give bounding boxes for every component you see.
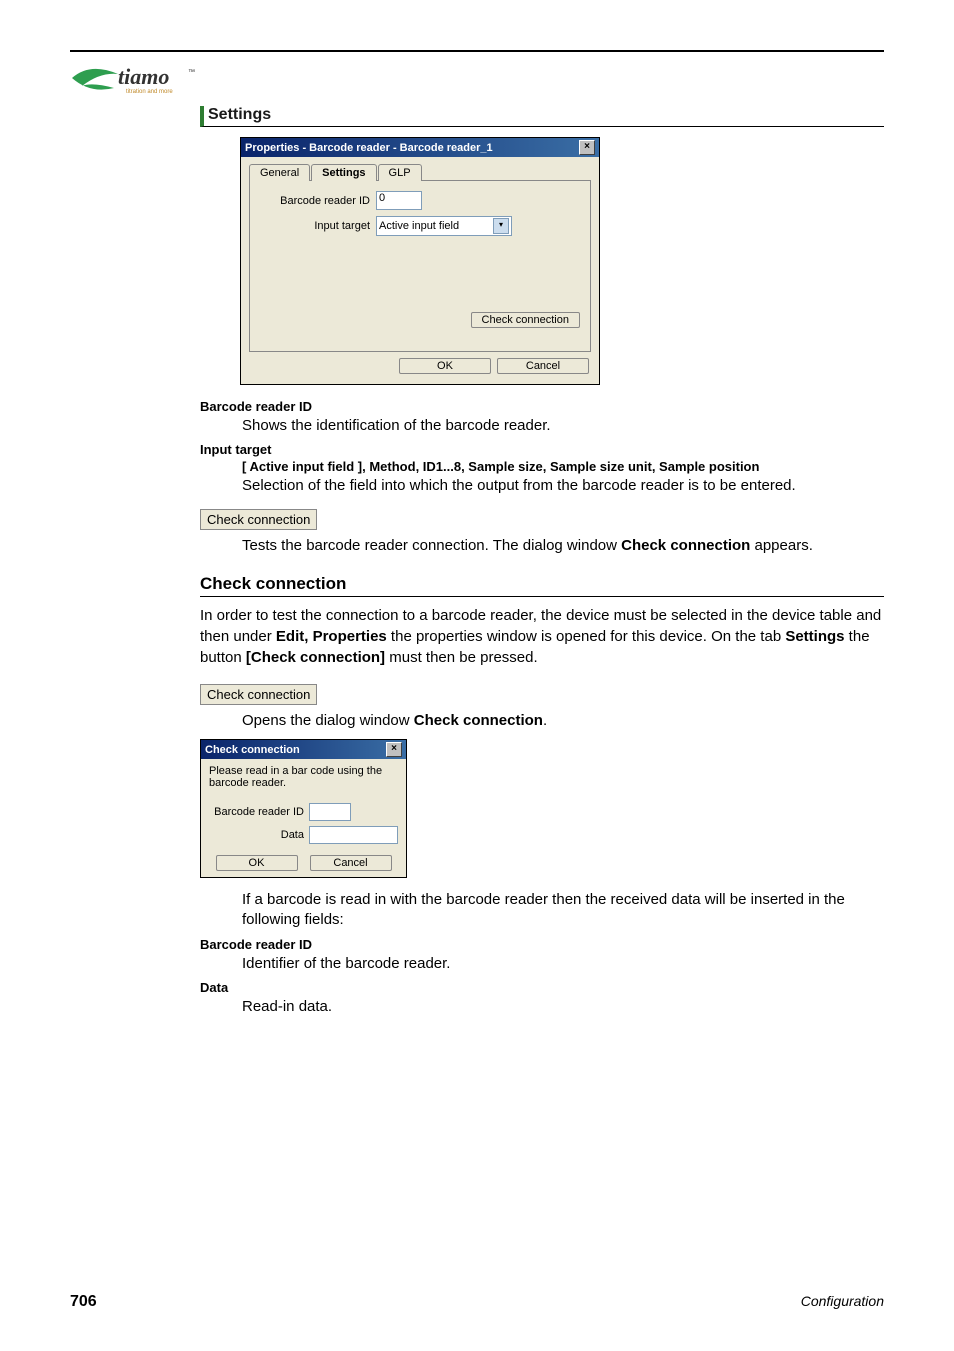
- ok-button[interactable]: OK: [399, 358, 491, 374]
- footer-section: Configuration: [801, 1293, 884, 1311]
- label-barcode-id: Barcode reader ID: [260, 195, 376, 207]
- cancel-button[interactable]: Cancel: [310, 855, 392, 871]
- term-barcode-id: Barcode reader ID: [200, 399, 884, 414]
- tab-general[interactable]: General: [249, 164, 310, 181]
- desc-data: Read-in data.: [242, 997, 884, 1017]
- desc-barcode-read: If a barcode is read in with the barcode…: [242, 890, 884, 931]
- term-input-target: Input target: [200, 442, 884, 457]
- select-value: Active input field: [379, 220, 459, 232]
- options-input-target: [ Active input field ], Method, ID1...8,…: [242, 459, 884, 474]
- label-barcode-id: Barcode reader ID: [209, 806, 309, 818]
- check-connection-inline-button[interactable]: Check connection: [200, 509, 317, 530]
- cancel-button[interactable]: Cancel: [497, 358, 589, 374]
- check-connection-button[interactable]: Check connection: [471, 312, 580, 328]
- label-input-target: Input target: [260, 220, 376, 232]
- close-icon[interactable]: ×: [579, 140, 595, 155]
- svg-text:tiamo: tiamo: [118, 64, 169, 89]
- select-input-target[interactable]: Active input field ▾: [376, 216, 512, 236]
- section-title-settings: Settings: [200, 106, 884, 127]
- svg-text:titration and more: titration and more: [126, 89, 173, 95]
- section-title-check-connection: Check connection: [200, 574, 884, 597]
- page-number: 706: [70, 1293, 97, 1311]
- dialog-title: Check connection: [205, 744, 300, 756]
- tab-settings[interactable]: Settings: [311, 164, 376, 181]
- dialog-title: Properties - Barcode reader - Barcode re…: [245, 142, 493, 154]
- svg-text:™: ™: [188, 69, 195, 76]
- properties-dialog: Properties - Barcode reader - Barcode re…: [240, 137, 600, 385]
- desc-opens-dialog: Opens the dialog window Check connection…: [242, 711, 884, 731]
- chevron-down-icon[interactable]: ▾: [493, 218, 509, 234]
- check-connection-inline-button-2[interactable]: Check connection: [200, 684, 317, 705]
- desc-check-connection: Tests the barcode reader connection. The…: [242, 536, 884, 556]
- input-barcode-id[interactable]: [309, 803, 351, 821]
- check-connection-paragraph: In order to test the connection to a bar…: [200, 605, 884, 668]
- tab-glp[interactable]: GLP: [378, 164, 422, 181]
- desc-barcode-id-2: Identifier of the barcode reader.: [242, 954, 884, 974]
- logo: tiamo ™ titration and more: [70, 60, 884, 100]
- desc-barcode-id: Shows the identification of the barcode …: [242, 416, 884, 436]
- term-barcode-id-2: Barcode reader ID: [200, 937, 884, 952]
- input-barcode-id[interactable]: 0: [376, 191, 422, 210]
- dialog-instruction: Please read in a bar code using the barc…: [209, 765, 398, 789]
- input-data[interactable]: [309, 826, 398, 844]
- check-connection-dialog: Check connection × Please read in a bar …: [200, 739, 407, 878]
- ok-button[interactable]: OK: [216, 855, 298, 871]
- term-data: Data: [200, 980, 884, 995]
- close-icon[interactable]: ×: [386, 742, 402, 757]
- label-data: Data: [209, 829, 309, 841]
- desc-input-target: Selection of the field into which the ou…: [242, 476, 884, 496]
